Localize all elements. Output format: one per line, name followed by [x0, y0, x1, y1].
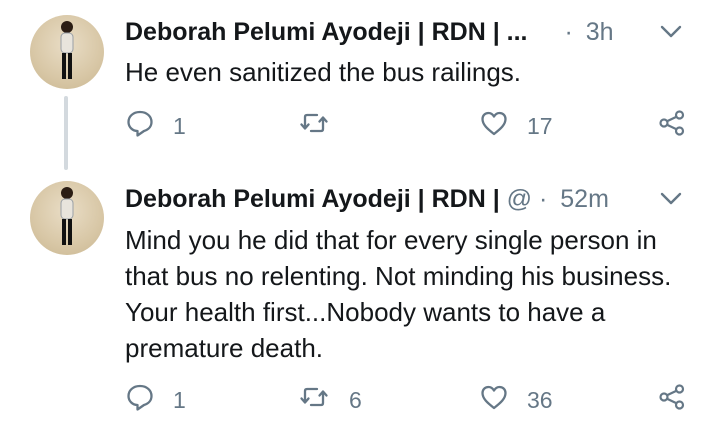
- tweet-actions: 1 17: [125, 108, 695, 144]
- like-count: 17: [527, 112, 553, 139]
- retweet-count: 6: [349, 386, 362, 413]
- timestamp[interactable]: 3h: [586, 18, 614, 46]
- like-button[interactable]: 17: [479, 108, 553, 144]
- reply-count: 1: [173, 112, 186, 139]
- reply-button[interactable]: 1: [125, 108, 186, 144]
- retweet-button[interactable]: 6: [299, 382, 362, 418]
- retweet-icon: [299, 382, 329, 418]
- reply-button[interactable]: 1: [125, 382, 186, 418]
- like-count: 36: [527, 386, 553, 413]
- thread-line: [64, 96, 68, 170]
- timestamp[interactable]: 52m: [560, 185, 609, 213]
- separator-dot: ·: [539, 185, 548, 213]
- avatar[interactable]: [30, 15, 104, 89]
- chevron-down-icon[interactable]: [658, 185, 684, 211]
- heart-icon: [479, 382, 509, 418]
- tweet[interactable]: Deborah Pelumi Ayodeji | RDN | ... · 3h …: [0, 0, 720, 170]
- author-handle[interactable]: @: [507, 185, 532, 213]
- reply-count: 1: [173, 386, 186, 413]
- tweet-header: Deborah Pelumi Ayodeji | RDN | @ · 52m: [125, 181, 690, 217]
- share-icon: [657, 108, 687, 144]
- chevron-down-icon[interactable]: [658, 18, 684, 44]
- tweet[interactable]: Deborah Pelumi Ayodeji | RDN | @ · 52m M…: [0, 170, 720, 448]
- tweet-text: Mind you he did that for every single pe…: [125, 225, 672, 363]
- retweet-button[interactable]: [299, 108, 349, 144]
- reply-icon: [125, 108, 155, 144]
- tweet-header: Deborah Pelumi Ayodeji | RDN | ... · 3h: [125, 14, 690, 50]
- retweet-icon: [299, 108, 329, 144]
- reply-icon: [125, 382, 155, 418]
- share-button[interactable]: [657, 382, 687, 418]
- avatar[interactable]: [30, 181, 104, 255]
- like-button[interactable]: 36: [479, 382, 553, 418]
- share-icon: [657, 382, 687, 418]
- heart-icon: [479, 108, 509, 144]
- author-name[interactable]: Deborah Pelumi Ayodeji | RDN |: [125, 185, 500, 213]
- author-name[interactable]: Deborah Pelumi Ayodeji | RDN | ...: [125, 18, 527, 46]
- tweet-text: He even sanitized the bus railings.: [125, 57, 522, 87]
- tweet-actions: 1 6 36: [125, 382, 695, 418]
- separator-dot: ·: [564, 18, 573, 46]
- share-button[interactable]: [657, 108, 687, 144]
